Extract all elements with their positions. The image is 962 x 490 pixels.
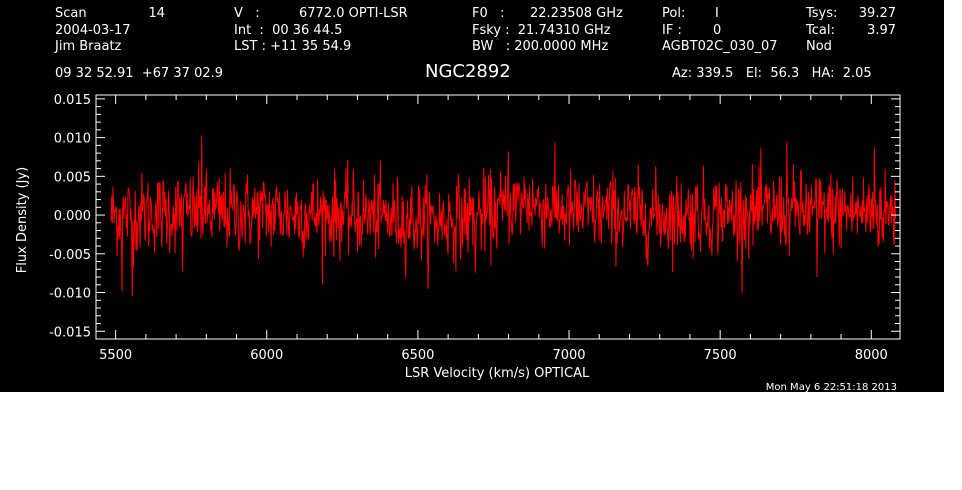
timestamp: Mon May 6 22:51:18 2013 [766,382,897,392]
y-tick-label: 0.000 [54,209,91,224]
x-tick-label: 7500 [704,348,737,363]
spectrum-chart: 5500 6000 6500 7000 7500 8000 -0.015 -0.010 -0.0… [15,93,901,392]
canvas: Scan 14 2004-03-17 Jim Braatz V : 6772.0… [0,0,962,490]
y-tick-label: 0.010 [54,132,91,147]
x-tick-label: 6500 [401,348,434,363]
plot-panel: Scan 14 2004-03-17 Jim Braatz V : 6772.0… [0,0,944,392]
y-tick-label: 0.005 [54,170,91,185]
x-tick-label: 8000 [855,348,888,363]
x-tick-label: 6000 [250,348,283,363]
y-axis-title: Flux Density (Jy) [15,167,30,273]
plot-frame [95,94,901,340]
y-tick-label: -0.005 [49,248,91,263]
series-layer [110,135,896,297]
x-axis-title: LSR Velocity (km/s) OPTICAL [405,366,590,381]
y-tick-label: 0.015 [54,93,91,108]
y-tick-label: -0.015 [49,325,91,340]
x-tick-label: 7000 [552,348,585,363]
x-tick-label: 5500 [99,348,132,363]
spectrum-series-line [110,135,896,297]
y-tick-label: -0.010 [49,287,91,302]
